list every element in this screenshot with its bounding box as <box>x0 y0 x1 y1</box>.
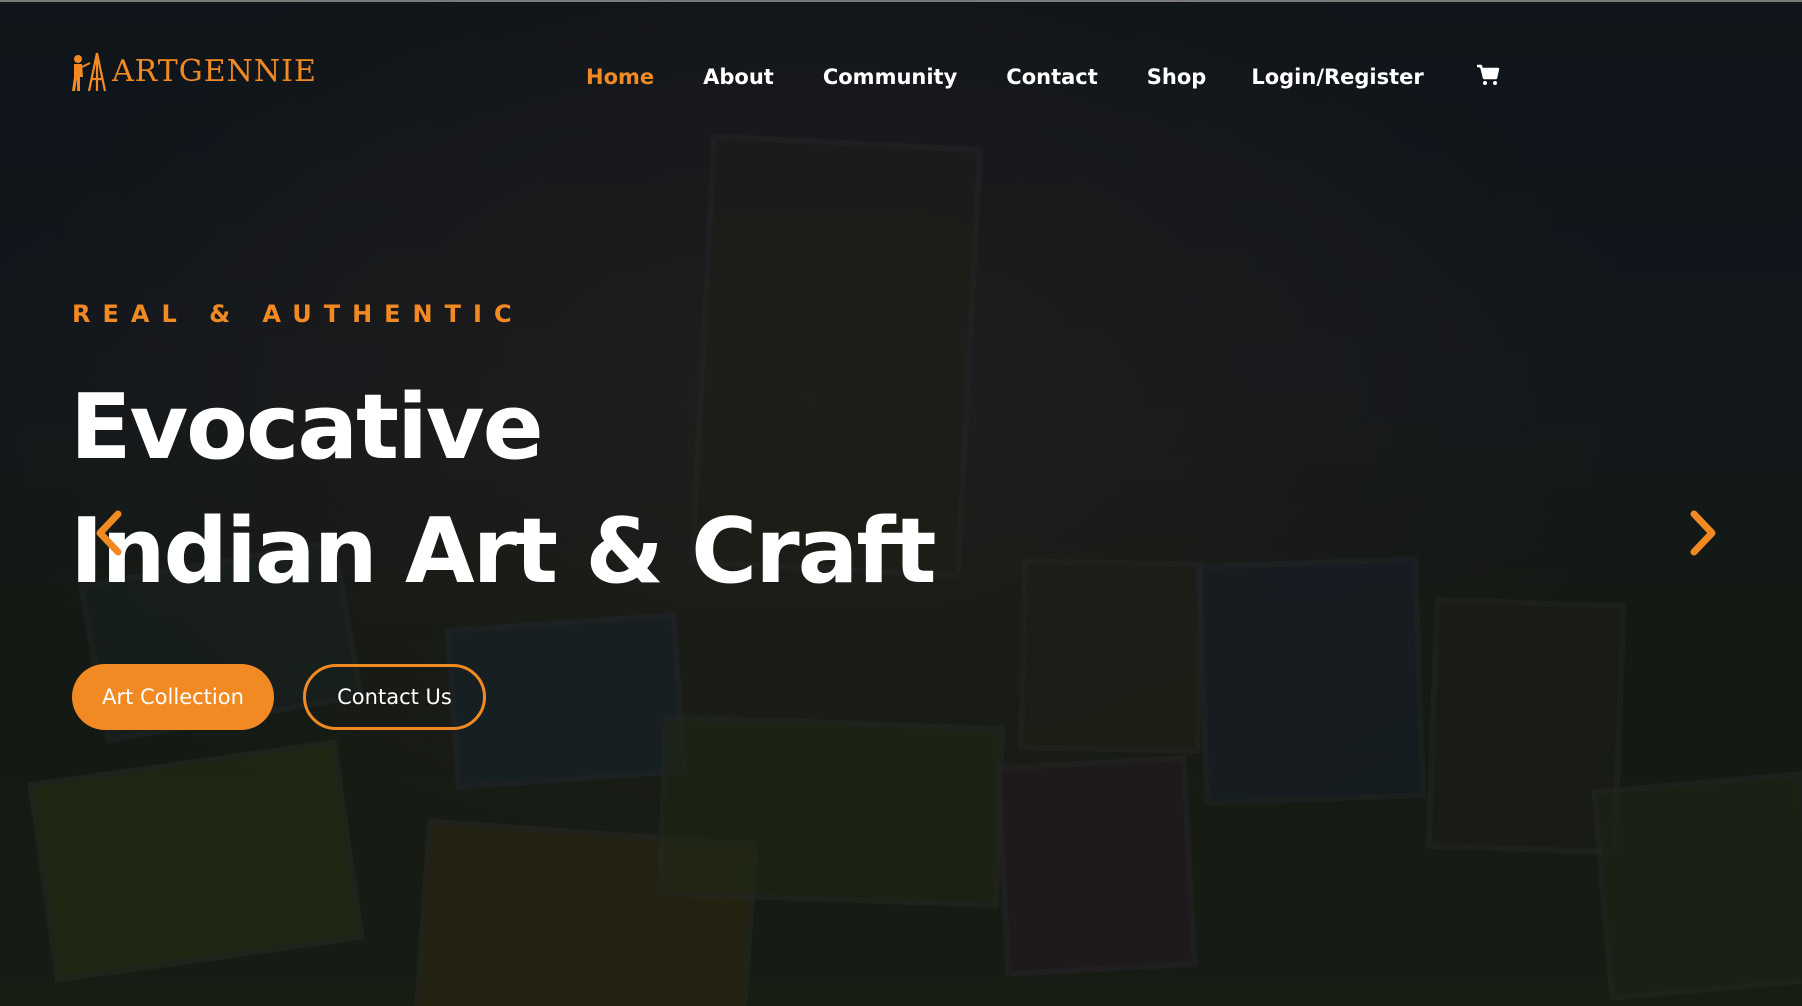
nav-home[interactable]: Home <box>586 65 654 89</box>
cart-button[interactable] <box>1474 64 1500 90</box>
main-nav: Home About Community Contact Shop Login/… <box>586 64 1500 90</box>
chevron-left-icon <box>96 510 122 556</box>
carousel-prev-button[interactable] <box>88 506 128 560</box>
brand-logo[interactable]: ARTGENNIE <box>70 46 317 96</box>
shopping-cart-icon <box>1476 64 1499 85</box>
nav-community[interactable]: Community <box>823 65 957 89</box>
carousel-next-button[interactable] <box>1684 506 1724 560</box>
chevron-right-icon <box>1690 510 1716 556</box>
hero-headline-line1: Evocative <box>70 375 544 480</box>
painter-easel-icon <box>72 52 107 92</box>
hero-eyebrow: REAL & AUTHENTIC <box>72 300 524 328</box>
brand-name: ARTGENNIE <box>112 53 317 89</box>
nav-about[interactable]: About <box>703 65 774 89</box>
nav-shop[interactable]: Shop <box>1147 65 1207 89</box>
art-collection-button[interactable]: Art Collection <box>72 664 274 730</box>
hero-headline-line2: Indian Art & Craft <box>70 499 937 604</box>
top-border <box>0 0 1802 2</box>
hero-headline: Evocative Indian Art & Craft <box>70 366 937 614</box>
nav-contact[interactable]: Contact <box>1006 65 1098 89</box>
contact-us-button[interactable]: Contact Us <box>303 664 486 730</box>
nav-login-register[interactable]: Login/Register <box>1251 65 1423 89</box>
